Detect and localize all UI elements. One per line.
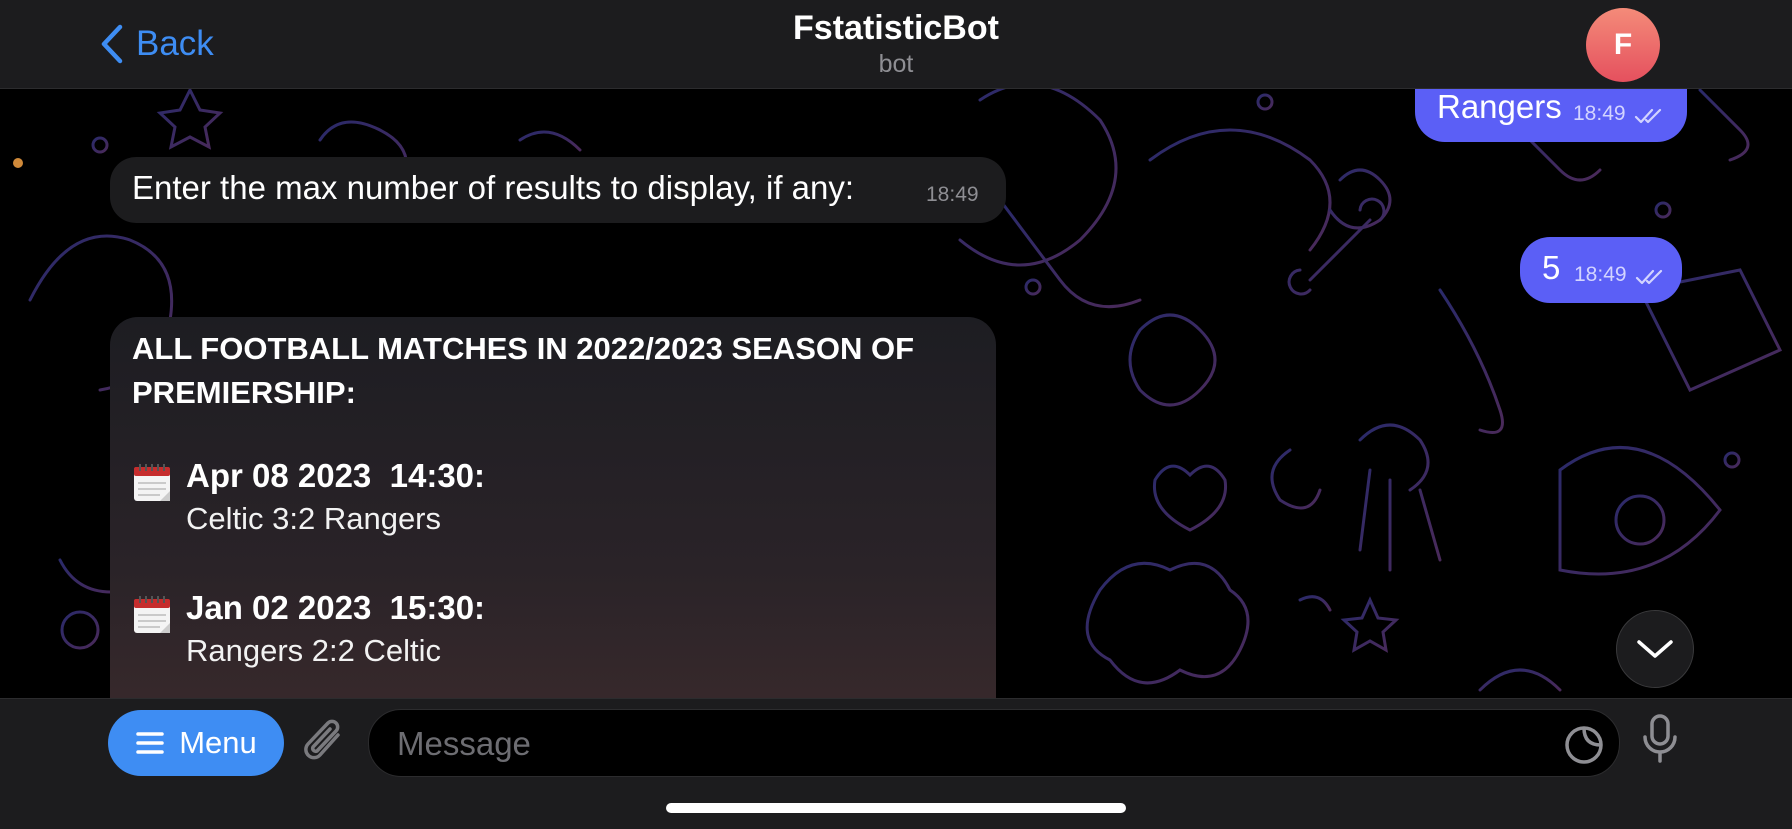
outgoing-message[interactable]: 5 18:49 [1520, 237, 1682, 303]
hamburger-icon [136, 732, 164, 754]
incoming-results-message[interactable]: ALL FOOTBALL MATCHES IN 2022/2023 SEASON… [110, 317, 996, 737]
message-time: 18:49 [1573, 102, 1626, 125]
message-text: Enter the max number of results to displ… [132, 169, 855, 206]
message-text: 5 [1542, 249, 1561, 286]
message-time: 18:49 [926, 183, 979, 206]
match-date: Jan 02 2023 15:30: [186, 589, 486, 626]
message-time: 18:49 [1574, 263, 1627, 286]
calendar-icon [134, 464, 170, 501]
match-score: Celtic 3:2 Rangers [186, 501, 442, 536]
match-date: Apr 08 2023 14:30: [186, 457, 486, 494]
incoming-message[interactable]: Enter the max number of results to displ… [110, 157, 1006, 223]
message-field [368, 709, 1620, 778]
message-meta: 18:49 [1574, 263, 1665, 287]
paperclip-icon[interactable] [302, 715, 348, 769]
chevron-down-icon [1637, 640, 1673, 658]
menu-button[interactable]: Menu [108, 710, 284, 776]
menu-label: Menu [179, 725, 257, 760]
message-text: Rangers [1437, 88, 1562, 125]
double-check-icon [1635, 269, 1663, 284]
match-score: Rangers 2:2 Celtic [186, 633, 442, 668]
outgoing-message[interactable]: Rangers 18:49 [1415, 86, 1687, 142]
home-indicator [666, 803, 1126, 813]
chat-header: Back FstatisticBot bot F [0, 0, 1792, 89]
double-check-icon [1634, 108, 1662, 123]
message-input[interactable] [395, 710, 1499, 778]
scroll-to-bottom-button[interactable] [1616, 610, 1694, 688]
message-meta: 18:49 [1573, 102, 1664, 126]
microphone-icon[interactable] [1640, 713, 1680, 765]
message-input-bar: Menu [0, 698, 1792, 829]
sticker-icon[interactable] [1563, 724, 1605, 766]
chat-subtitle: bot [878, 50, 914, 78]
results-heading: ALL FOOTBALL MATCHES IN 2022/2023 SEASON… [132, 331, 915, 410]
calendar-icon [134, 596, 170, 633]
chat-title: FstatisticBot [793, 9, 999, 47]
avatar[interactable]: F [1586, 8, 1660, 82]
avatar-initial: F [1613, 28, 1633, 61]
chat-title-area[interactable]: FstatisticBot bot [0, 6, 1792, 78]
